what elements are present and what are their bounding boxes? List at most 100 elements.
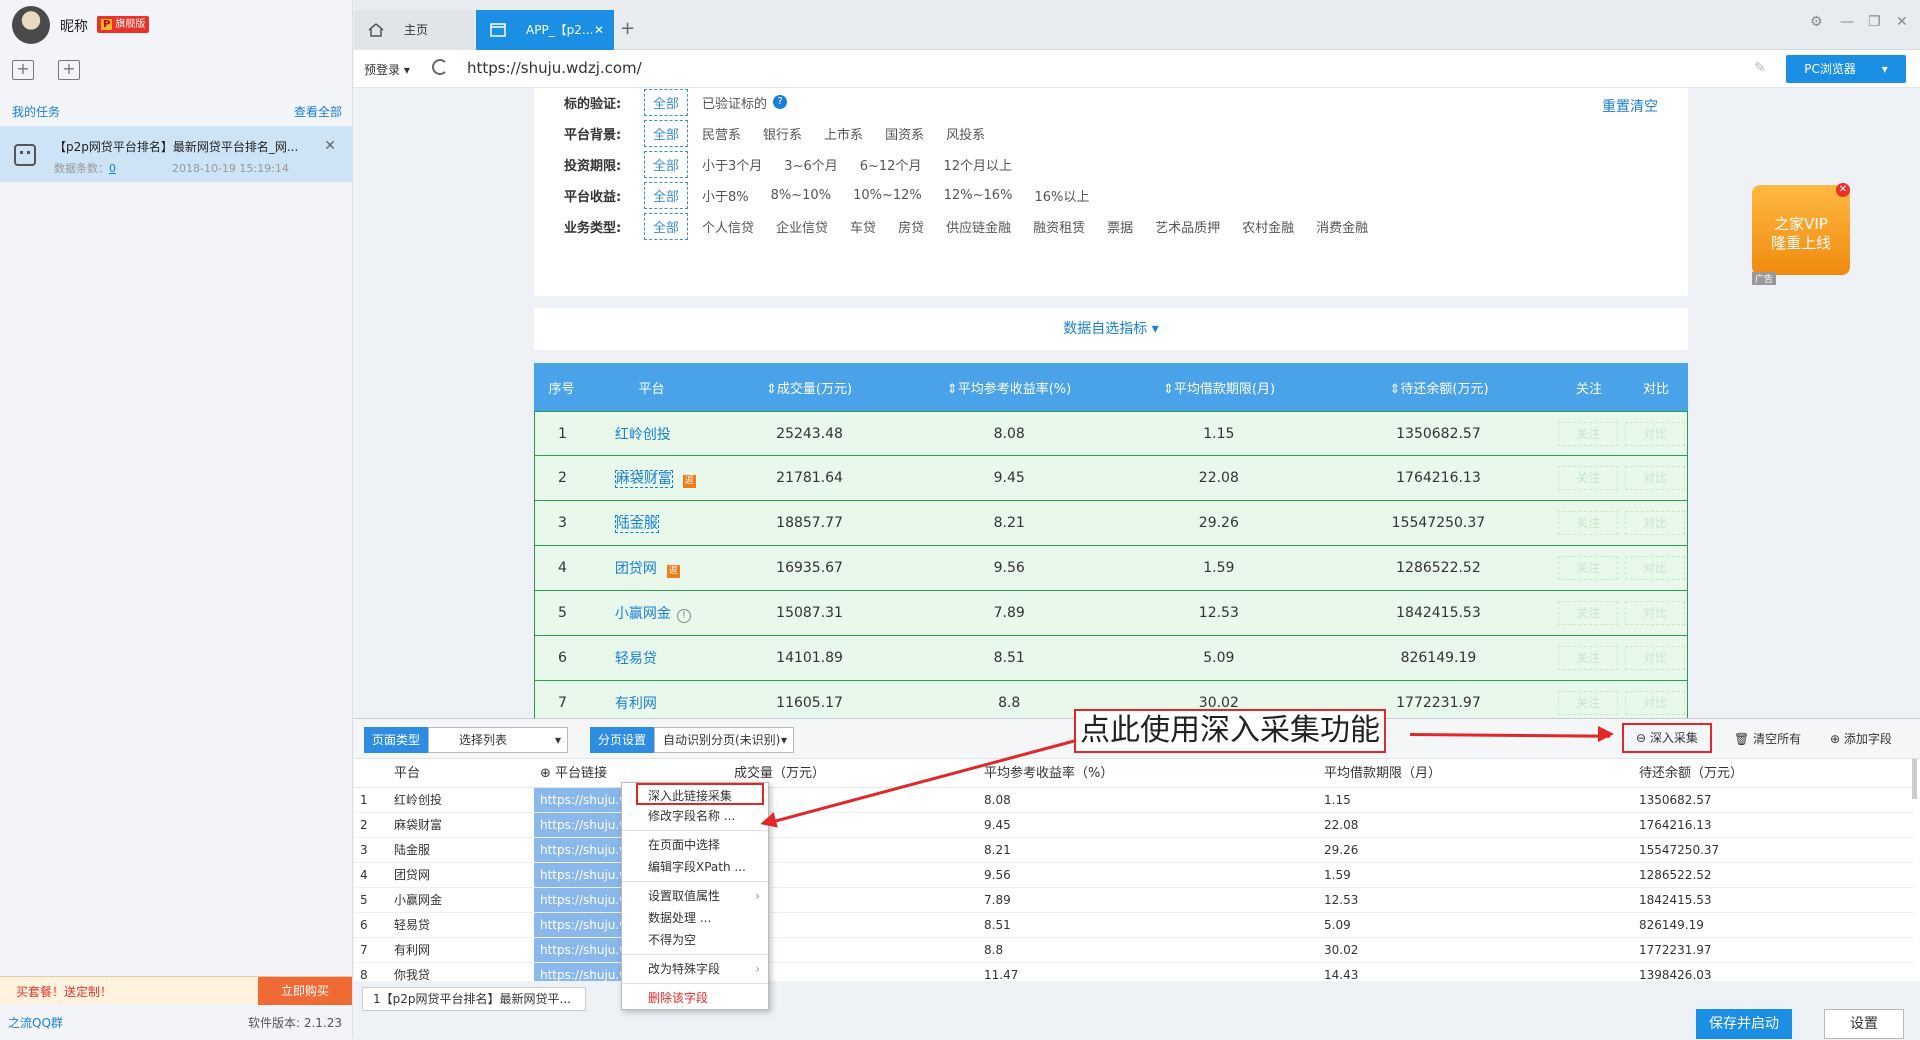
filter-all[interactable]: 全部 [644, 212, 689, 240]
platform-link[interactable]: 有利网 [615, 696, 657, 712]
ad-close-icon[interactable]: ✕ [1836, 183, 1850, 197]
grid-cell-platform[interactable]: 麻袋财富 [384, 813, 534, 837]
grid-row[interactable]: 1红岭创投https://shuju.w.488.081.151350682.5… [354, 788, 1914, 813]
compare-button[interactable]: 对比 [1625, 421, 1686, 446]
grid-header-term[interactable]: 平均借款期限（月） [1318, 760, 1633, 787]
grid-row[interactable]: 2麻袋财富https://shuju.w.649.4522.081764216.… [354, 813, 1914, 838]
settings-icon[interactable]: ⚙ [1810, 14, 1823, 30]
grid-cell-rate[interactable]: 8.51 [978, 913, 1318, 937]
filter-option[interactable]: 车贷 [850, 217, 876, 236]
grid-cell-term[interactable]: 5.09 [1318, 913, 1633, 937]
grid-header-platform[interactable]: 平台 [384, 760, 534, 787]
nickname[interactable]: 昵称 [60, 16, 88, 36]
grid-cell-balance[interactable]: 1842415.53 [1633, 888, 1913, 912]
task-count[interactable]: 0 [109, 162, 116, 175]
grid-row[interactable]: 5小赢网金https://shuju.w.317.8912.531842415.… [354, 888, 1914, 913]
filter-option[interactable]: 16%以上 [1034, 186, 1089, 205]
prelogin-dropdown[interactable]: 预登录 ▾ [364, 61, 410, 78]
grid-cell-rate[interactable]: 8.21 [978, 838, 1318, 862]
grid-cell-platform[interactable]: 小赢网金 [384, 888, 534, 912]
grid-row[interactable]: 7有利网https://shuju.w.178.830.021772231.97 [354, 938, 1914, 963]
grid-cell-balance[interactable]: 826149.19 [1633, 913, 1913, 937]
grid-row[interactable]: 3陆金服https://shuju.w.778.2129.2615547250.… [354, 838, 1914, 863]
compare-button[interactable]: 对比 [1625, 466, 1686, 490]
grid-cell-balance[interactable]: 1772231.97 [1633, 938, 1913, 962]
grid-cell-platform[interactable]: 陆金服 [384, 838, 534, 862]
grid-cell-term[interactable]: 30.02 [1318, 938, 1633, 962]
vip-ad[interactable]: 之家VIP 隆重上线 [1752, 185, 1850, 275]
grid-cell-balance[interactable]: 1764216.13 [1633, 813, 1913, 837]
new-tab-icon[interactable]: + [620, 18, 635, 39]
header-term[interactable]: ⇕平均借款期限(月) [1114, 378, 1324, 397]
grid-header-rate[interactable]: 平均参考收益率（%） [978, 760, 1318, 787]
warning-icon[interactable]: ! [676, 609, 691, 623]
filter-option[interactable]: 10%~12% [853, 188, 922, 203]
edit-icon[interactable]: ✎ [1754, 60, 1766, 76]
close-window-icon[interactable]: ✕ [1896, 14, 1908, 30]
grid-cell-rate[interactable]: 8.8 [978, 938, 1318, 962]
header-volume[interactable]: ⇕成交量(万元) [714, 378, 904, 397]
filter-option[interactable]: 艺术品质押 [1155, 217, 1220, 236]
menu-edit-xpath[interactable]: 编辑字段XPath ... [622, 856, 768, 878]
follow-button[interactable]: 关注 [1558, 646, 1619, 670]
promo-text[interactable]: 买套餐！送定制！ [16, 983, 112, 1000]
platform-link[interactable]: 红岭创投 [615, 427, 671, 443]
url-field[interactable]: https://shuju.wdzj.com/ [467, 59, 642, 77]
grid-cell-term[interactable]: 1.59 [1318, 863, 1633, 887]
close-icon[interactable]: ✕ [324, 138, 336, 154]
menu-value-attr[interactable]: 设置取值属性 [622, 885, 768, 907]
compare-button[interactable]: 对比 [1625, 601, 1686, 625]
buy-now-button[interactable]: 立即购买 [258, 977, 352, 1005]
view-all-link[interactable]: 查看全部 [294, 103, 342, 120]
help-icon[interactable]: ? [773, 95, 788, 109]
paging-select[interactable]: 自动识别分页(未识别) ▾ [654, 727, 794, 753]
grid-cell-term[interactable]: 12.53 [1318, 888, 1633, 912]
chevron-down-icon[interactable]: ▾ [1882, 62, 1888, 76]
tab-home[interactable]: 主页 [354, 10, 474, 50]
filter-option[interactable]: 上市系 [824, 124, 863, 143]
filter-option[interactable]: 6~12个月 [860, 155, 922, 174]
filter-option[interactable]: 农村金融 [1242, 217, 1294, 236]
filter-option[interactable]: 小于8% [702, 186, 749, 205]
menu-delete-field[interactable]: 删除该字段 [622, 987, 768, 1009]
new-folder-icon[interactable]: + [58, 60, 80, 80]
grid-cell-rate[interactable]: 9.56 [978, 863, 1318, 887]
page-type-select[interactable]: 选择列表 ▾ [428, 727, 568, 753]
grid-cell-term[interactable]: 29.26 [1318, 838, 1633, 862]
follow-button[interactable]: 关注 [1558, 556, 1619, 580]
follow-button[interactable]: 关注 [1558, 691, 1619, 715]
platform-link[interactable]: 团贷网 [615, 561, 657, 577]
pc-browser-button[interactable]: PC浏览器 ▾ [1786, 55, 1906, 83]
filter-option[interactable]: 民营系 [702, 124, 741, 143]
filter-option[interactable]: 已验证标的 [702, 93, 767, 112]
platform-link[interactable]: 轻易贷 [615, 651, 657, 667]
filter-all[interactable]: 全部 [644, 181, 689, 209]
save-start-button[interactable]: 保存并启动 [1696, 1009, 1792, 1039]
grid-row[interactable]: 6轻易贷https://shuju.w.898.515.09826149.19 [354, 913, 1914, 938]
reset-link[interactable]: 重置清空 [1602, 96, 1658, 116]
menu-not-empty[interactable]: 不得为空 [622, 929, 768, 951]
grid-cell-rate[interactable]: 7.89 [978, 888, 1318, 912]
menu-deep-collect[interactable]: 深入此链接采集 [636, 783, 764, 805]
filter-option[interactable]: 风投系 [946, 124, 985, 143]
filter-option[interactable]: 银行系 [763, 124, 802, 143]
filter-all[interactable]: 全部 [644, 119, 689, 147]
tab-app[interactable]: APP_【p2... ✕ [476, 10, 614, 50]
job-tab[interactable]: 1【p2p网贷平台排名】最新网贷平... [362, 987, 586, 1011]
follow-button[interactable]: 关注 [1558, 466, 1619, 490]
minimize-icon[interactable]: — [1840, 14, 1854, 30]
filter-all[interactable]: 全部 [644, 150, 689, 178]
grid-cell-rate[interactable]: 9.45 [978, 813, 1318, 837]
grid-cell-balance[interactable]: 1350682.57 [1633, 788, 1913, 812]
grid-cell-rate[interactable]: 8.08 [978, 788, 1318, 812]
filter-all[interactable]: 全部 [644, 88, 689, 116]
follow-button[interactable]: 关注 [1558, 601, 1619, 625]
menu-rename-field[interactable]: 修改字段名称 ... [622, 805, 768, 827]
filter-option[interactable]: 小于3个月 [702, 155, 762, 174]
compare-button[interactable]: 对比 [1625, 556, 1686, 580]
filter-option[interactable]: 供应链金融 [946, 217, 1011, 236]
grid-cell-platform[interactable]: 团贷网 [384, 863, 534, 887]
filter-option[interactable]: 房贷 [898, 217, 924, 236]
compare-button[interactable]: 对比 [1625, 511, 1686, 535]
compare-button[interactable]: 对比 [1625, 691, 1686, 715]
